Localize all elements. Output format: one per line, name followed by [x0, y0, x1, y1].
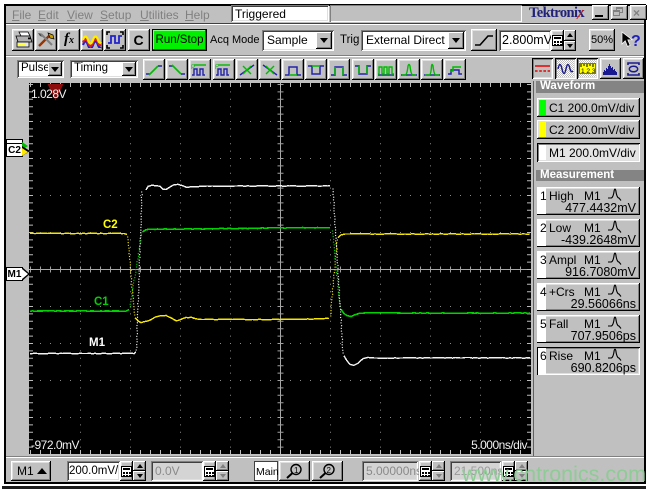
svg-text:2: 2 — [326, 466, 331, 475]
svg-text:1: 1 — [294, 466, 299, 475]
svg-text:M1: M1 — [89, 337, 106, 349]
svg-text:C2: C2 — [103, 219, 118, 231]
svg-text:1 2 3: 1 2 3 — [581, 68, 596, 75]
svg-text:-972.0mV: -972.0mV — [31, 438, 80, 452]
svg-text:5.000ns/div: 5.000ns/div — [471, 438, 527, 452]
svg-text:?: ? — [631, 33, 641, 50]
svg-text:C1: C1 — [94, 296, 109, 308]
svg-text:1.028V: 1.028V — [31, 87, 67, 101]
